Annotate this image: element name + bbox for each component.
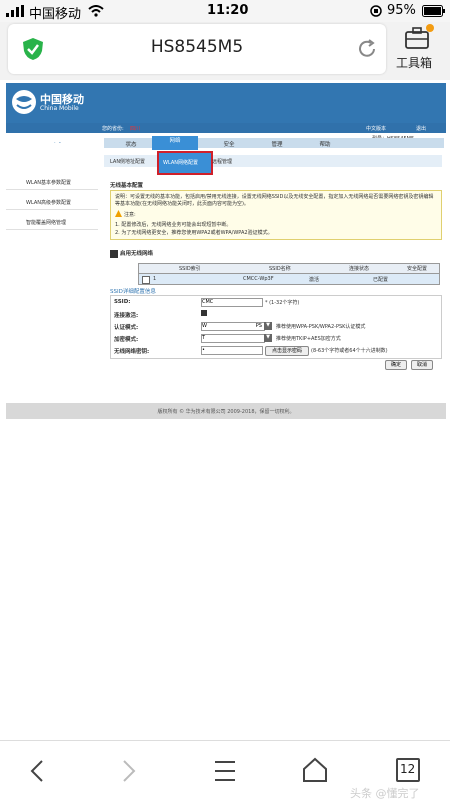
- clock: 11:20: [207, 3, 249, 18]
- wifi-icon: [88, 5, 104, 17]
- row-ssid-name: CMCC-Wp3F: [243, 276, 274, 282]
- wifi-key-hint: (8-63个字符或者64个十六进制数): [311, 348, 388, 354]
- wifi-key-label: 无线网络密钥:: [114, 349, 150, 355]
- router-footer: 版权所有 © 华为技术有限公司 2009-2018，保留一切权利。: [6, 403, 446, 419]
- ssid-input[interactable]: CMC: [201, 298, 263, 307]
- connection-enable-label: 连接激活:: [114, 313, 139, 319]
- status-bar: 中国移动 11:20 95%: [0, 0, 450, 22]
- tab-status[interactable]: 状态: [116, 140, 146, 148]
- router-subheader: 您的省份: 四川 中文版本 退出: [6, 123, 446, 133]
- ssid-row-radio[interactable]: [142, 276, 150, 284]
- logo-en: China Mobile: [40, 105, 79, 112]
- forward-icon[interactable]: [120, 759, 138, 783]
- language-label[interactable]: 中文版本: [366, 125, 386, 132]
- battery-percent: 95%: [387, 3, 416, 18]
- auth-mode-tail: PS: [255, 323, 262, 329]
- sidebar-item-smart-coverage[interactable]: 智能覆盖网络管理: [6, 215, 98, 230]
- orientation-lock-icon: [370, 5, 382, 17]
- toolbox-label: 工具箱: [396, 56, 433, 70]
- reload-icon[interactable]: [356, 38, 378, 60]
- warning-icon: [115, 210, 122, 217]
- ssid-detail-form: SSID: CMC * (1-32个字符) 连接激活: 认证模式: W PS ▼…: [110, 295, 442, 359]
- logout-link[interactable]: 退出: [416, 125, 426, 132]
- connection-enable-checkbox[interactable]: [201, 310, 207, 316]
- sidebar-item-label: 智能覆盖网络管理: [26, 220, 67, 226]
- tab-security[interactable]: 安全: [214, 140, 244, 148]
- chevron-down-icon[interactable]: ▼: [264, 334, 272, 342]
- col-security: 安全配置: [407, 266, 428, 272]
- user-label: 您的省份:: [102, 126, 124, 132]
- home-icon[interactable]: [302, 757, 328, 783]
- subnav-wlan[interactable]: WLAN网络配置: [163, 159, 198, 166]
- wifi-key-input[interactable]: •: [201, 346, 263, 355]
- sidebar-item-label: WLAN高级参数配置: [26, 200, 72, 206]
- router-header: 中国移动 China Mobile: [6, 83, 446, 123]
- tab-management[interactable]: 管理: [262, 140, 292, 148]
- encryption-select[interactable]: T: [201, 334, 265, 343]
- main-tabs: 状态 网络 安全 管理 帮助: [104, 136, 444, 150]
- ssid-label: SSID:: [114, 299, 131, 305]
- col-status: 连接状态: [349, 266, 370, 272]
- sidebar: WLAN基本参数配置 WLAN高级参数配置 智能覆盖网络管理: [6, 143, 98, 401]
- auth-mode-hint: 推荐使用WPA-PSK/WPA2-PSK认证模式: [276, 324, 366, 330]
- url-text: HS8545M5: [150, 37, 244, 57]
- browser-toolbar: HS8545M5 工具箱: [0, 22, 450, 80]
- subnav-wlan-highlight: WLAN网络配置: [157, 151, 213, 175]
- enable-wifi-checkbox[interactable]: [110, 250, 118, 258]
- china-mobile-logo-icon: [12, 90, 36, 114]
- router-page: 中国移动 China Mobile 您的省份: 四川 中文版本 退出 型号：HS…: [6, 83, 446, 419]
- footer-text: 版权所有 © 华为技术有限公司 2009-2018，保留一切权利。: [157, 409, 295, 415]
- subnav-remote[interactable]: 远程管理: [212, 158, 232, 165]
- detail-title: SSID详细配置信息: [110, 289, 156, 295]
- basic-config-title: 无线基本配置: [110, 183, 144, 189]
- enable-wifi-label: 启用无线网络: [120, 251, 154, 257]
- row-status: 激活: [309, 277, 320, 283]
- carrier-name: 中国移动: [29, 7, 82, 22]
- note-label: 注意:: [124, 212, 136, 218]
- col-ssid-index: SSID索引: [179, 266, 201, 272]
- notification-dot: [426, 24, 434, 32]
- row-ssid-index: 1: [153, 276, 157, 282]
- encryption-hint: 推荐使用TKIP+AES加密方式: [276, 336, 341, 342]
- info-text: 说明：可设置无线的基本功能，包括启用/禁用无线连接，设置无线网络SSID以及无线…: [115, 194, 434, 207]
- show-password-button[interactable]: 点击显示密码: [265, 346, 309, 356]
- encryption-label: 加密模式:: [114, 337, 139, 343]
- sidebar-item-wlan-basic[interactable]: WLAN基本参数配置: [6, 175, 98, 190]
- table-row[interactable]: 1 CMCC-Wp3F 激活 已配置: [138, 273, 440, 285]
- tab-network[interactable]: 网络: [152, 136, 198, 150]
- confirm-button[interactable]: 确定: [385, 360, 407, 370]
- battery-icon: [422, 5, 445, 17]
- cancel-button[interactable]: 取消: [411, 360, 433, 370]
- row-security: 已配置: [373, 277, 389, 283]
- chevron-down-icon[interactable]: ▼: [264, 322, 272, 330]
- toolbox-button[interactable]: 工具箱: [392, 24, 446, 72]
- signal-icon: [6, 5, 24, 17]
- sidebar-item-wlan-advanced[interactable]: WLAN高级参数配置: [6, 195, 98, 210]
- browser-bottom-bar: 12 头条 @懂完了: [0, 740, 450, 801]
- subnav-lan[interactable]: LAN侧地址配置: [110, 158, 145, 165]
- sidebar-item-label: WLAN基本参数配置: [26, 180, 72, 186]
- user-value: 四川: [130, 126, 141, 132]
- sub-navigation: LAN侧地址配置 WLAN网络配置 远程管理: [104, 151, 442, 175]
- tabs-count: 12: [400, 762, 416, 776]
- auth-mode-value: W: [202, 323, 207, 329]
- menu-icon[interactable]: [214, 759, 236, 783]
- note-2: 2. 为了无线网络更安全，推荐您使用WPA2或者WPA/WPA2验证模式。: [115, 230, 273, 236]
- tabs-button[interactable]: 12: [396, 758, 420, 782]
- address-bar[interactable]: HS8545M5: [8, 24, 386, 74]
- auth-mode-select[interactable]: W PS: [201, 322, 265, 331]
- watermark: 头条 @懂完了: [350, 787, 420, 800]
- note-1: 1. 配置修改后，无线网络业务可能会出现短暂中断。: [115, 222, 232, 228]
- ssid-hint: * (1-32个字符): [265, 300, 300, 306]
- back-icon[interactable]: [28, 759, 46, 783]
- auth-mode-label: 认证模式:: [114, 325, 139, 331]
- tab-help[interactable]: 帮助: [310, 140, 340, 148]
- col-ssid-name: SSID名称: [269, 266, 291, 272]
- info-box: 说明：可设置无线的基本功能，包括启用/禁用无线连接，设置无线网络SSID以及无线…: [110, 190, 442, 240]
